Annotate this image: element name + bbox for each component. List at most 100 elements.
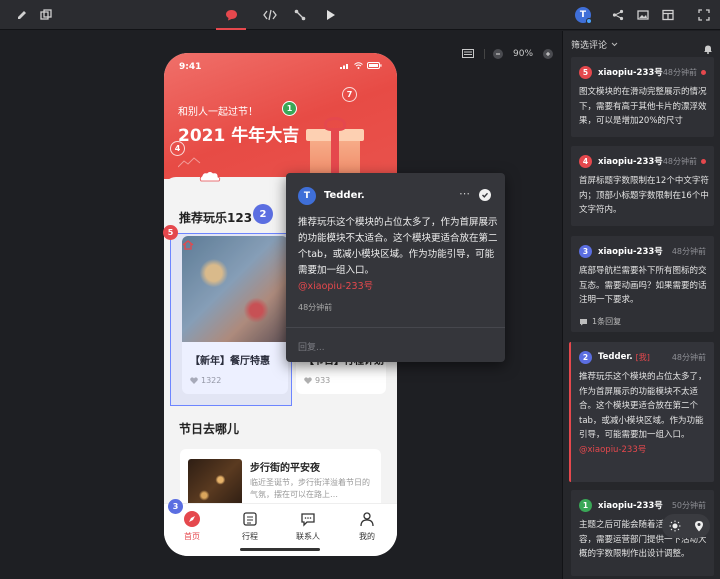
gift-illustration-icon <box>304 115 366 179</box>
active-tab-indicator <box>216 28 246 30</box>
status-bar: 9:41 <box>179 62 382 72</box>
comment-mention[interactable]: @xiaopiu-233号 <box>298 281 373 292</box>
comment-number-badge: 1 <box>579 498 592 512</box>
zoom-level: 90% <box>513 49 534 59</box>
zoom-divider <box>484 49 485 59</box>
location-pin-icon[interactable] <box>694 517 704 536</box>
reply-count[interactable]: 1条回复 <box>579 316 621 327</box>
comments-panel: 筛选评论 5 xiaopiu-233号 48分钟前 图文模块的在滑动完整展示的情… <box>562 31 720 579</box>
reply-input[interactable]: 回复... <box>298 340 325 353</box>
banner-title: 2021 牛年大吉 <box>178 126 300 146</box>
filter-comments-dropdown[interactable]: 筛选评论 <box>571 38 618 51</box>
avatar: T <box>298 187 316 205</box>
comment-author: Tedder. <box>324 190 365 201</box>
battery-icon <box>367 62 382 72</box>
zoom-out-icon[interactable] <box>493 49 503 59</box>
comment-author: xiaopiu-233号 <box>598 501 663 511</box>
image-icon[interactable] <box>635 7 651 23</box>
play-icon[interactable] <box>322 7 338 23</box>
reply-bubble-icon <box>580 318 587 325</box>
signal-icon <box>340 62 350 72</box>
comment-time: 48分钟前 <box>671 246 706 256</box>
comment-marker-1[interactable]: 1 <box>282 101 297 116</box>
comment-number-badge: 3 <box>579 244 592 258</box>
floating-controls <box>662 514 710 538</box>
comment-mention[interactable]: @xiaopiu-233号 <box>579 445 646 455</box>
comment-marker-3[interactable]: 3 <box>168 499 183 514</box>
unread-dot <box>701 158 706 164</box>
bell-icon[interactable] <box>703 39 713 58</box>
comment-author: xiaopiu-233号 <box>598 68 663 78</box>
sun-icon[interactable] <box>669 517 681 536</box>
divider <box>286 327 505 328</box>
zoom-controls: 90% <box>462 47 554 61</box>
zoom-in-icon[interactable] <box>543 49 554 59</box>
tab-itinerary[interactable]: 行程 <box>230 510 270 542</box>
comment-card[interactable]: 4 xiaopiu-233号 48分钟前 首屏标题字数限制在12个中文字符内；顶… <box>571 146 714 226</box>
tab-profile[interactable]: 我的 <box>347 510 387 542</box>
comment-number-badge: 5 <box>579 65 592 79</box>
comment-time: 48分钟前 <box>662 67 697 77</box>
code-icon[interactable] <box>262 7 278 23</box>
comment-author: Tedder. <box>598 352 633 362</box>
flow-icon[interactable] <box>292 7 308 23</box>
top-toolbar: T <box>0 0 720 30</box>
chevron-down-icon <box>611 42 618 47</box>
like-count: 933 <box>304 376 330 385</box>
person-icon <box>358 510 376 528</box>
comment-icon[interactable] <box>223 7 239 23</box>
self-tag: [我] <box>635 352 650 362</box>
comment-body: 推荐玩乐这个模块的占位太多了，作为首屏展示的功能模块不太适合。这个模块更适合放在… <box>579 372 707 455</box>
card-title: 步行街的平安夜 <box>250 463 320 474</box>
share-icon[interactable] <box>610 7 626 23</box>
comment-card[interactable]: 5 xiaopiu-233号 48分钟前 图文模块的在滑动完整展示的情况下，需要… <box>571 57 714 137</box>
comment-marker-2[interactable]: 2 <box>253 204 273 224</box>
comment-marker-5[interactable]: 5 <box>163 225 178 240</box>
home-indicator <box>240 548 320 551</box>
comment-card[interactable]: 3 xiaopiu-233号 48分钟前 底部导航栏需要补下所有图标的交互态。需… <box>571 236 714 332</box>
layers-icon[interactable] <box>38 7 54 23</box>
layout-icon[interactable] <box>660 7 676 23</box>
comment-number-badge: 4 <box>579 154 592 168</box>
tab-contacts[interactable]: 联系人 <box>288 510 328 542</box>
heart-icon <box>304 377 312 384</box>
more-icon[interactable]: ⋯ <box>459 187 470 200</box>
comment-body: 底部导航栏需要补下所有图标的交互态。需要动画吗？如果需要的话注明一下要求。 <box>579 266 707 305</box>
bottom-tab-bar: 首页 行程 联系人 我的 <box>164 503 397 556</box>
edit-icon[interactable] <box>14 7 30 23</box>
tab-home[interactable]: 首页 <box>172 510 212 542</box>
comment-time: 50分钟前 <box>671 500 706 510</box>
comment-marker-4[interactable]: 4 <box>170 141 185 156</box>
banner-subtitle: 和别人一起过节！ <box>178 107 258 118</box>
comment-time: 48分钟前 <box>298 303 333 312</box>
comment-body: 首屏标题字数限制在12个中文字符内；顶部小标题字数限制在16个中文字符内。 <box>579 176 709 215</box>
comment-author: xiaopiu-233号 <box>598 247 663 257</box>
home-marker-icon <box>182 240 194 250</box>
banner[interactable]: 9:41 和别人一起过节！ 2021 牛年大吉 <box>164 53 397 179</box>
comment-card-active[interactable]: 2 Tedder. [我] 48分钟前 推荐玩乐这个模块的占位太多了，作为首屏展… <box>569 342 714 482</box>
comment-marker-7[interactable]: 7 <box>342 87 357 102</box>
card-description: 临近圣诞节，步行街洋溢着节日的气氛，摆在可以在路上… <box>250 478 370 499</box>
unread-dot <box>701 69 706 75</box>
chat-icon <box>299 510 317 528</box>
comment-time: 48分钟前 <box>662 156 697 166</box>
fullscreen-icon[interactable] <box>696 7 712 23</box>
comment-number-badge: 2 <box>579 350 592 364</box>
decor-line-icon <box>178 157 201 168</box>
user-avatar[interactable]: T <box>575 7 592 24</box>
section-title-recommend: 推荐玩乐123 <box>179 211 253 225</box>
status-time: 9:41 <box>179 62 202 72</box>
section-title-destinations: 节日去哪儿 <box>179 422 240 436</box>
comment-body: 图文模块的在滑动完整展示的情况下，需要有高于其他卡片的漂浮效果，可以是增加20%… <box>579 87 707 126</box>
wifi-icon <box>354 62 363 72</box>
resolve-check-icon[interactable] <box>479 189 491 201</box>
keyboard-icon[interactable] <box>462 49 474 59</box>
comment-time: 48分钟前 <box>671 352 706 362</box>
cloud-icon <box>199 171 221 182</box>
comment-popover: T Tedder. ⋯ 推荐玩乐这个模块的占位太多了，作为首屏展示的功能模块不太… <box>286 173 505 362</box>
list-icon <box>241 510 259 528</box>
compass-icon <box>183 510 201 528</box>
comment-author: xiaopiu-233号 <box>598 157 663 167</box>
selection-box[interactable] <box>170 233 292 406</box>
comment-text: 推荐玩乐这个模块的占位太多了，作为首屏展示的功能模块不太适合。这个模块更适合放在… <box>298 217 498 292</box>
